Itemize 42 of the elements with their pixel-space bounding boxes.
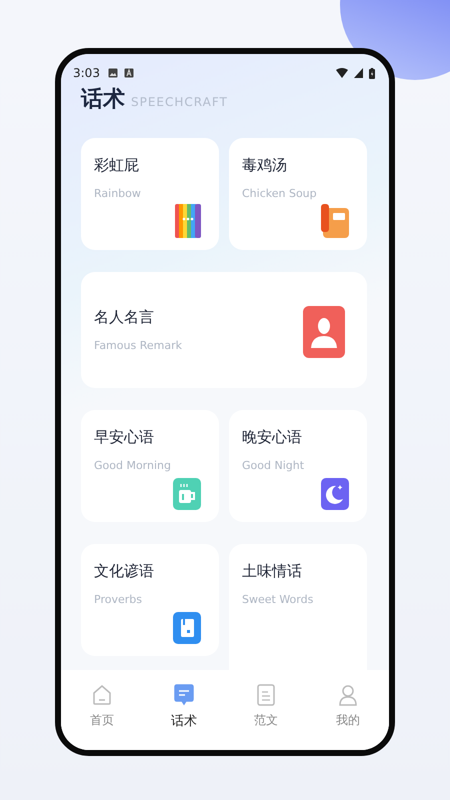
category-card[interactable]: 名人名言 Famous Remark bbox=[81, 272, 367, 388]
category-card[interactable]: 土味情话 Sweet Words bbox=[229, 544, 367, 670]
card-subtitle: Rainbow bbox=[94, 187, 142, 200]
card-title: 彩虹屁 bbox=[94, 156, 140, 175]
wifi-icon bbox=[336, 68, 348, 78]
status-time: 3:03 bbox=[73, 66, 100, 80]
signal-icon bbox=[354, 68, 363, 78]
card-subtitle: Famous Remark bbox=[94, 339, 183, 352]
cup-icon bbox=[173, 478, 201, 510]
page-title: 话术 bbox=[81, 86, 125, 114]
image-icon bbox=[108, 68, 118, 78]
moon-icon bbox=[321, 478, 349, 510]
chat-icon bbox=[174, 684, 194, 706]
card-subtitle: Sweet Words bbox=[242, 593, 314, 606]
card-title: 毒鸡汤 bbox=[242, 156, 288, 175]
rainbow-book-icon bbox=[175, 204, 201, 238]
nav-tab[interactable]: 首页 bbox=[72, 684, 132, 729]
nav-tab[interactable]: 范文 bbox=[236, 684, 296, 729]
category-card[interactable]: 文化谚语 Proverbs bbox=[81, 544, 219, 656]
notebook-icon bbox=[321, 204, 349, 238]
category-card[interactable]: 毒鸡汤 Chicken Soup bbox=[229, 138, 367, 250]
card-title: 早安心语 bbox=[94, 428, 155, 447]
card-title: 晚安心语 bbox=[242, 428, 303, 447]
nav-tab[interactable]: 我的 bbox=[318, 684, 378, 729]
card-subtitle: Good Night bbox=[242, 459, 306, 472]
book-icon bbox=[173, 612, 201, 644]
category-card[interactable]: 彩虹屁 Rainbow bbox=[81, 138, 219, 250]
battery-icon bbox=[369, 68, 375, 78]
home-icon bbox=[92, 684, 112, 706]
card-title: 土味情话 bbox=[242, 562, 303, 581]
card-subtitle: Good Morning bbox=[94, 459, 172, 472]
document-icon bbox=[257, 684, 275, 706]
user-icon bbox=[338, 684, 358, 706]
nav-tab[interactable]: 话术 bbox=[154, 684, 214, 730]
category-card[interactable]: 早安心语 Good Morning bbox=[81, 410, 219, 522]
card-title: 文化谚语 bbox=[94, 562, 155, 581]
person-icon bbox=[303, 306, 345, 358]
card-title: 名人名言 bbox=[94, 308, 155, 327]
card-subtitle: Chicken Soup bbox=[242, 187, 318, 200]
category-card[interactable]: 晚安心语 Good Night bbox=[229, 410, 367, 522]
app-icon bbox=[124, 68, 134, 78]
card-subtitle: Proverbs bbox=[94, 593, 143, 606]
